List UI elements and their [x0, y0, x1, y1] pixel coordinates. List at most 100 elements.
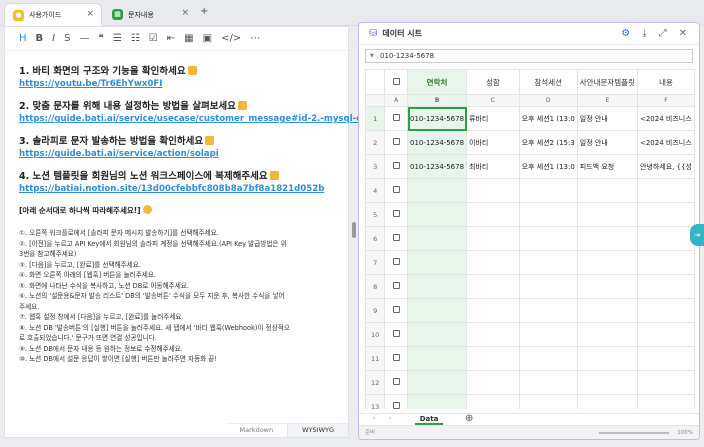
toolbar-button[interactable]: </> [221, 33, 241, 44]
table-cell[interactable] [518, 370, 578, 395]
table-cell[interactable] [406, 274, 468, 299]
table-cell[interactable]: 일정 안내 [576, 130, 638, 155]
row-checkbox[interactable] [384, 154, 408, 179]
select-all-checkbox[interactable] [384, 69, 408, 95]
table-cell[interactable]: <2024 비즈니스 [636, 130, 695, 155]
table-cell[interactable] [576, 322, 638, 347]
close-icon[interactable]: × [181, 8, 189, 18]
table-row[interactable]: 2 010-1234-5678 이바티 오후 세션2 (15:3 일정 안내 <2024 … [365, 130, 695, 155]
row-number[interactable]: 4 [365, 178, 386, 203]
table-cell[interactable] [406, 346, 468, 371]
row-checkbox[interactable] [384, 178, 408, 203]
column-letter[interactable]: B [406, 94, 468, 107]
table-cell[interactable] [636, 346, 695, 371]
table-cell[interactable] [518, 274, 578, 299]
step-link[interactable]: https://batiai.notion.site/13d00cfebbfc8… [19, 183, 338, 196]
table-row[interactable]: 8 [365, 274, 695, 299]
row-checkbox[interactable] [384, 346, 408, 371]
table-cell[interactable]: 안녕하세요, {{성 [636, 154, 695, 179]
toolbar-button[interactable]: B [36, 33, 44, 44]
row-number[interactable]: 13 [365, 394, 386, 409]
table-cell[interactable] [466, 370, 520, 395]
table-cell[interactable]: 최바티 [466, 154, 520, 179]
table-cell[interactable] [406, 394, 468, 409]
side-panel-toggle-icon[interactable]: ⇥ [690, 224, 704, 246]
table-cell[interactable] [406, 322, 468, 347]
table-cell[interactable] [636, 250, 695, 275]
table-cell[interactable] [518, 394, 578, 409]
expand-icon[interactable]: ⤢ [659, 28, 667, 39]
table-row[interactable]: 9 [365, 298, 695, 323]
row-number[interactable]: 5 [365, 202, 386, 227]
chevron-left-icon[interactable]: ‹ [373, 415, 375, 422]
table-cell[interactable] [576, 394, 638, 409]
row-checkbox[interactable] [384, 298, 408, 323]
table-cell[interactable] [406, 226, 468, 251]
table-cell[interactable] [576, 202, 638, 227]
toolbar-button[interactable]: ❝ [98, 33, 103, 44]
toolbar-button[interactable]: ▦ [184, 33, 193, 44]
table-row[interactable]: 13 [365, 394, 695, 409]
table-cell[interactable] [518, 178, 578, 203]
table-cell[interactable] [518, 346, 578, 371]
row-number[interactable]: 1 [365, 106, 386, 131]
table-row[interactable]: 12 [365, 370, 695, 395]
table-cell[interactable] [466, 298, 520, 323]
table-cell[interactable] [636, 226, 695, 251]
table-cell[interactable] [466, 226, 520, 251]
table-row[interactable]: 1 010-1234-5678 류바티 오후 세션1 (13:0 일정 안내 <2024 … [365, 106, 695, 131]
table-cell[interactable]: 피드백 요청 [576, 154, 638, 179]
step-link[interactable]: https://guide.bati.ai/service/action/sol… [19, 148, 338, 161]
table-cell[interactable] [518, 226, 578, 251]
add-sheet-icon[interactable]: ⊕ [465, 413, 473, 424]
table-row[interactable]: 7 [365, 250, 695, 275]
row-checkbox[interactable] [384, 274, 408, 299]
gear-icon[interactable]: ⚙ [621, 28, 630, 39]
column-header[interactable]: 성함 [466, 69, 520, 95]
table-cell[interactable]: 010-1234-5678 [406, 106, 468, 131]
table-cell[interactable] [576, 250, 638, 275]
wysiwyg-mode-button[interactable]: WYSIWYG [287, 424, 348, 437]
zoom-slider[interactable] [599, 432, 669, 434]
table-cell[interactable] [518, 322, 578, 347]
column-letter[interactable]: C [466, 94, 520, 107]
table-cell[interactable] [466, 178, 520, 203]
toolbar-button[interactable]: H [19, 33, 27, 44]
column-header[interactable]: 사안내문자템플릿 [576, 69, 638, 95]
table-cell[interactable] [406, 202, 468, 227]
table-row[interactable]: 3 010-1234-5678 최바티 오후 세션1 (13:0 피드백 요청 안녕하세요… [365, 154, 695, 179]
table-cell[interactable] [466, 250, 520, 275]
table-cell[interactable] [636, 370, 695, 395]
download-icon[interactable]: ⤓ [642, 28, 646, 39]
column-letter[interactable]: A [384, 94, 408, 107]
column-letter[interactable]: F [636, 94, 695, 107]
table-cell[interactable]: 오후 세션1 (13:0 [518, 154, 578, 179]
table-cell[interactable] [466, 346, 520, 371]
table-cell[interactable]: 오후 세션2 (15:3 [518, 130, 578, 155]
formula-bar[interactable]: ▼ 010-1234-5678 [365, 49, 693, 63]
toolbar-button[interactable]: ☰ [113, 33, 122, 44]
tab-message[interactable]: ▦ 문자내용 × [104, 3, 196, 26]
toolbar-button[interactable]: ▣ [203, 33, 212, 44]
close-icon[interactable]: ✕ [679, 28, 687, 39]
row-checkbox[interactable] [384, 250, 408, 275]
toolbar-button[interactable]: — [79, 33, 89, 44]
table-cell[interactable] [518, 250, 578, 275]
column-header[interactable]: 참석세션 [518, 69, 578, 95]
table-cell[interactable] [518, 298, 578, 323]
row-checkbox[interactable] [384, 322, 408, 347]
table-cell[interactable] [466, 202, 520, 227]
table-cell[interactable] [636, 298, 695, 323]
table-cell[interactable]: 오후 세션1 (13:0 [518, 106, 578, 131]
table-cell[interactable] [636, 394, 695, 409]
toolbar-button[interactable]: ☷ [131, 33, 140, 44]
toolbar-button[interactable]: ☑ [149, 33, 158, 44]
step-link[interactable]: https://youtu.be/Tr6EhYwx0FI [19, 78, 338, 91]
row-number[interactable]: 2 [365, 130, 386, 155]
column-header[interactable]: 내용 [636, 69, 695, 95]
column-header[interactable]: 연락처 [406, 69, 468, 95]
table-cell[interactable] [636, 202, 695, 227]
add-tab-icon[interactable]: + [200, 6, 208, 17]
row-number[interactable]: 10 [365, 322, 386, 347]
table-cell[interactable] [636, 178, 695, 203]
